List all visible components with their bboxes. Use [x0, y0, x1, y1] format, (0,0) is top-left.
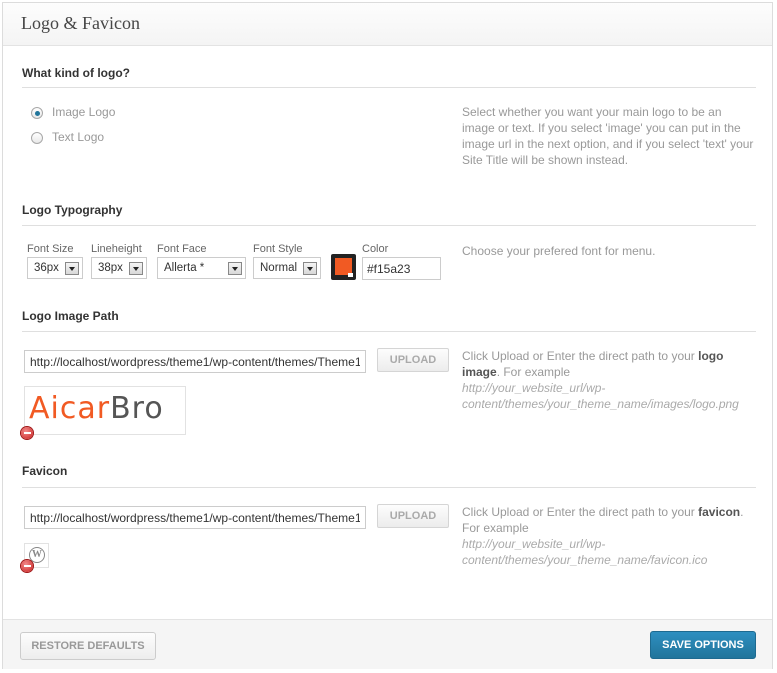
font-face-value: Allerta * [164, 262, 205, 274]
remove-logo-icon[interactable] [21, 427, 33, 439]
restore-defaults-button[interactable]: RESTORE DEFAULTS [20, 632, 156, 660]
font-face-select[interactable]: Allerta * [157, 257, 246, 279]
lineheight-select[interactable]: 38px [91, 257, 147, 279]
font-size-select[interactable]: 36px [27, 257, 83, 279]
logo-preview: AicarBro [24, 386, 186, 435]
panel-footer: RESTORE DEFAULTS SAVE OPTIONS [3, 619, 772, 669]
options-panel: Logo & Favicon What kind of logo? Image … [2, 2, 773, 669]
favicon-upload-button[interactable]: UPLOAD [377, 504, 449, 528]
divider [22, 87, 756, 88]
favicon-description: Click Upload or Enter the direct path to… [462, 504, 754, 568]
logo-upload-button[interactable]: UPLOAD [377, 348, 449, 372]
save-options-button[interactable]: SAVE OPTIONS [650, 631, 756, 659]
favicon-title: Favicon [22, 464, 68, 478]
wordpress-icon: W [29, 547, 45, 563]
desc-example: http://your_website_url/wp-content/theme… [462, 381, 739, 411]
text-logo-radio[interactable] [31, 132, 43, 144]
chevron-down-icon[interactable] [303, 262, 317, 275]
logo-path-input[interactable] [24, 350, 366, 373]
desc-text: . For example [496, 365, 571, 379]
logo-preview-image: AicarBro [29, 391, 164, 427]
divider [22, 225, 756, 226]
desc-bold: favicon [698, 505, 741, 519]
color-input[interactable] [362, 257, 441, 280]
font-style-value: Normal [260, 262, 298, 274]
lineheight-label: Lineheight [91, 243, 142, 255]
font-size-value: 36px [34, 262, 59, 274]
color-swatch[interactable] [331, 254, 356, 280]
desc-text: Click Upload or Enter the direct path to… [462, 349, 699, 363]
chevron-down-icon[interactable] [228, 262, 242, 275]
panel-header: Logo & Favicon [3, 3, 772, 46]
desc-example: http://your_website_url/wp-content/theme… [462, 537, 708, 567]
image-logo-label[interactable]: Image Logo [52, 105, 115, 119]
chevron-down-icon[interactable] [129, 262, 143, 275]
logo-kind-title: What kind of logo? [22, 66, 130, 80]
text-logo-label[interactable]: Text Logo [52, 130, 104, 144]
font-face-label: Font Face [157, 243, 207, 255]
color-label: Color [362, 243, 389, 255]
chevron-down-icon[interactable] [65, 262, 79, 275]
logo-preview-text-b: Bro [110, 391, 164, 426]
image-logo-radio[interactable] [31, 107, 43, 119]
page-title: Logo & Favicon [21, 13, 140, 33]
typography-title: Logo Typography [22, 203, 123, 217]
logo-kind-description: Select whether you want your main logo t… [462, 105, 754, 167]
font-style-select[interactable]: Normal [253, 257, 321, 279]
font-style-label: Font Style [253, 243, 303, 255]
logo-preview-text-a: Aicar [29, 391, 111, 426]
logo-image-title: Logo Image Path [22, 309, 119, 323]
divider [22, 331, 756, 332]
lineheight-value: 38px [98, 262, 123, 274]
font-size-label: Font Size [27, 243, 74, 255]
divider [22, 487, 756, 488]
remove-favicon-icon[interactable] [21, 560, 33, 572]
logo-image-description: Click Upload or Enter the direct path to… [462, 348, 754, 412]
desc-text: Click Upload or Enter the direct path to… [462, 505, 699, 519]
color-picker-marker-icon [348, 273, 353, 277]
favicon-path-input[interactable] [24, 506, 366, 529]
typography-description: Choose your prefered font for menu. [462, 244, 656, 258]
